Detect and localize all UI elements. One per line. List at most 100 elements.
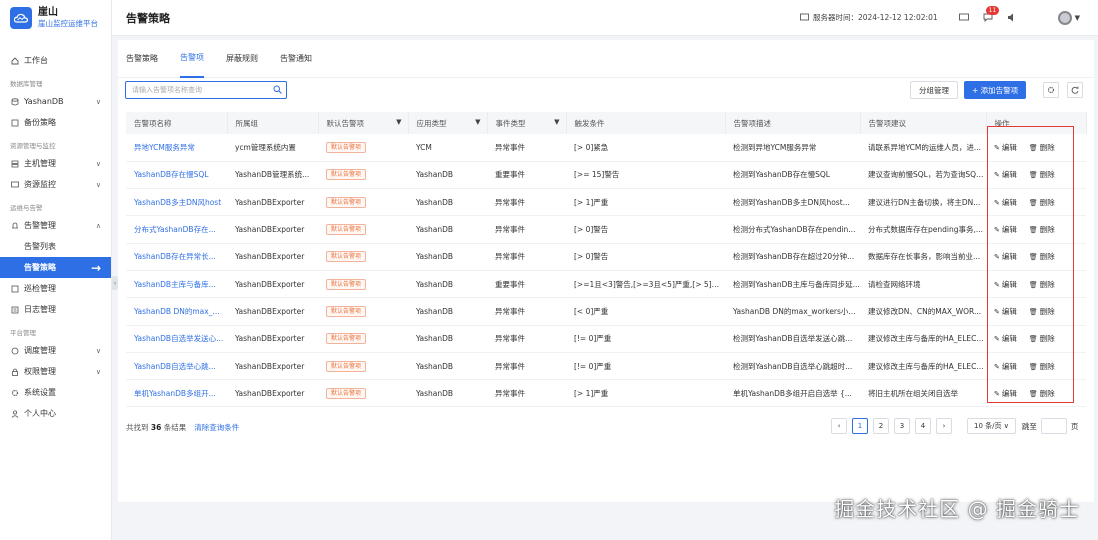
caret-down-icon[interactable]: ▼ — [1075, 14, 1080, 22]
sidebar-item-perm[interactable]: 权限管理 ∨ — [0, 361, 111, 382]
alarm-name-link[interactable]: YashanDB多主DN风host — [126, 188, 227, 217]
tab-alarm-items[interactable]: 告警项 — [180, 40, 204, 78]
group-cell: YashanDBExporter — [227, 325, 318, 353]
clear-query-link[interactable]: 清除查询条件 — [194, 422, 239, 433]
delete-button[interactable]: 🗑 删除 — [1029, 170, 1055, 179]
group-cell: YashanDB管理系统... — [227, 161, 318, 190]
event-type-cell: 异常事件 — [487, 325, 566, 353]
page-3[interactable]: 3 — [894, 418, 910, 434]
delete-button[interactable]: 🗑 删除 — [1029, 198, 1055, 207]
alarm-name-link[interactable]: 异地YCM服务异常 — [126, 134, 227, 162]
alarm-name-link[interactable]: 分布式YashanDB存在... — [126, 215, 227, 244]
group-manage-button[interactable]: 分组管理 — [910, 81, 958, 99]
sidebar-item-alarm-policy[interactable]: 告警策略 → — [0, 257, 111, 278]
pencil-icon: ✎ — [994, 280, 1000, 289]
prev-page-button[interactable]: ‹ — [831, 418, 847, 434]
trigger-cell: [> 0]紧急 — [566, 134, 725, 162]
filter-icon[interactable]: ▼ — [475, 118, 480, 126]
pencil-icon: ✎ — [994, 226, 1000, 235]
sidebar-item-alarm-list[interactable]: 告警列表 — [0, 236, 111, 257]
sidebar-item-log[interactable]: 日志管理 — [0, 299, 111, 320]
default-tag: 默认告警项 — [326, 305, 367, 317]
add-alarm-item-button[interactable]: + 添加告警项 — [964, 81, 1027, 99]
desc-cell: 检测到异地YCM服务异常 — [725, 134, 860, 162]
alarm-name-link[interactable]: YashanDB DN的max_... — [126, 297, 227, 326]
sidebar-item-settings[interactable]: 系统设置 — [0, 382, 111, 403]
page-size-select[interactable]: 10 条/页 ∨ — [967, 418, 1016, 434]
group-cell: ycm管理系统内置 — [227, 134, 318, 162]
notification-badge: 11 — [985, 5, 1000, 15]
refresh-icon[interactable] — [1067, 82, 1083, 98]
col-desc: 告警项描述 — [725, 112, 861, 134]
delete-button[interactable]: 🗑 删除 — [1029, 143, 1055, 152]
sidebar-item-alarm[interactable]: 告警管理 ∧ — [0, 215, 111, 236]
server-icon — [10, 159, 19, 168]
log-icon — [10, 305, 19, 314]
edit-button[interactable]: ✎ 编辑 — [994, 198, 1017, 207]
search-input[interactable]: 请输入告警项名称查询 — [125, 81, 287, 99]
speaker-icon[interactable] — [1006, 12, 1018, 24]
sidebar-item-resmon[interactable]: 资源监控 ∨ — [0, 174, 111, 195]
trash-icon: 🗑 — [1028, 171, 1038, 180]
next-page-button[interactable]: › — [936, 418, 952, 434]
alarm-name-link[interactable]: YashanDB存在异常长... — [126, 243, 227, 271]
jump-label: 跳至 — [1021, 421, 1037, 431]
delete-button[interactable]: 🗑 删除 — [1029, 389, 1055, 398]
search-icon[interactable] — [273, 85, 282, 96]
edit-button[interactable]: ✎ 编辑 — [994, 143, 1017, 152]
delete-button[interactable]: 🗑 删除 — [1029, 362, 1055, 371]
sidebar-item-yashandb[interactable]: YashanDB ∨ — [0, 91, 111, 112]
ops-cell: ✎ 编辑 🗑 删除 — [986, 270, 1086, 299]
trigger-cell: [> 1]严重 — [566, 379, 725, 408]
edit-button[interactable]: ✎ 编辑 — [994, 307, 1017, 316]
filter-icon[interactable]: ▼ — [396, 118, 401, 126]
edit-button[interactable]: ✎ 编辑 — [994, 362, 1017, 371]
page-1[interactable]: 1 — [852, 418, 868, 434]
settings-gear-icon[interactable] — [1043, 82, 1059, 98]
alarm-name-link[interactable]: YashanDB自选举心跳... — [126, 352, 227, 381]
desc-cell: YashanDB DN的max_workers小... — [725, 297, 860, 326]
avatar[interactable] — [1057, 10, 1072, 25]
delete-button[interactable]: 🗑 删除 — [1029, 307, 1055, 316]
tab-notify[interactable]: 告警通知 — [280, 40, 312, 78]
default-tag: 默认告警项 — [326, 224, 367, 236]
sidebar-item-backup[interactable]: 备份策略 — [0, 112, 111, 133]
delete-button[interactable]: 🗑 删除 — [1029, 225, 1055, 234]
app-type-cell: YashanDB — [408, 188, 487, 217]
edit-button[interactable]: ✎ 编辑 — [994, 225, 1017, 234]
sidebar-item-schedule[interactable]: 调度管理 ∨ — [0, 340, 111, 361]
watermark: 掘金技术社区 @ 掘金骑士 — [834, 497, 1080, 521]
message-icon[interactable]: 11 — [982, 5, 1000, 24]
tab-mask-rules[interactable]: 屏蔽规则 — [226, 40, 258, 78]
alarm-name-link[interactable]: YashanDB存在慢SQL — [126, 161, 227, 190]
edit-button[interactable]: ✎ 编辑 — [994, 252, 1017, 261]
alarm-name-link[interactable]: YashanDB自选举发送心... — [126, 325, 227, 353]
logo: 崖山 崖山监控运维平台 — [0, 0, 111, 36]
tab-policy[interactable]: 告警策略 — [126, 40, 158, 78]
section-ops: 运维与告警 — [10, 204, 43, 212]
jump-page-input[interactable] — [1040, 418, 1067, 434]
edit-button[interactable]: ✎ 编辑 — [994, 280, 1017, 289]
sidebar-item-inspect[interactable]: 巡检管理 — [0, 278, 111, 299]
edit-button[interactable]: ✎ 编辑 — [994, 389, 1017, 398]
main-card: 告警策略 告警项 屏蔽规则 告警通知 请输入告警项名称查询 分组管理 + 添加告… — [118, 40, 1094, 502]
group-cell: YashanDBExporter — [227, 270, 318, 299]
sidebar-item-host[interactable]: 主机管理 ∨ — [0, 153, 111, 174]
edit-button[interactable]: ✎ 编辑 — [994, 334, 1017, 343]
tab-bar: 告警策略 告警项 屏蔽规则 告警通知 — [118, 40, 1094, 78]
sidebar-item-workbench[interactable]: 工作台 — [0, 50, 111, 71]
alarm-name-link[interactable]: 单机YashanDB多组开... — [126, 379, 227, 408]
default-tag: 默认告警项 — [326, 333, 367, 345]
edit-button[interactable]: ✎ 编辑 — [994, 170, 1017, 179]
filter-icon[interactable]: ▼ — [554, 118, 559, 126]
screen-icon[interactable] — [958, 12, 970, 24]
sidebar-item-personal[interactable]: 个人中心 — [0, 403, 111, 424]
delete-button[interactable]: 🗑 删除 — [1029, 280, 1055, 289]
delete-button[interactable]: 🗑 删除 — [1029, 252, 1055, 261]
page-2[interactable]: 2 — [873, 418, 889, 434]
alarm-name-link[interactable]: YashanDB主库与备库... — [126, 270, 227, 299]
delete-button[interactable]: 🗑 删除 — [1029, 334, 1055, 343]
page-4[interactable]: 4 — [915, 418, 931, 434]
default-cell: 默认告警项 — [318, 379, 408, 408]
pencil-icon: ✎ — [994, 143, 1000, 152]
